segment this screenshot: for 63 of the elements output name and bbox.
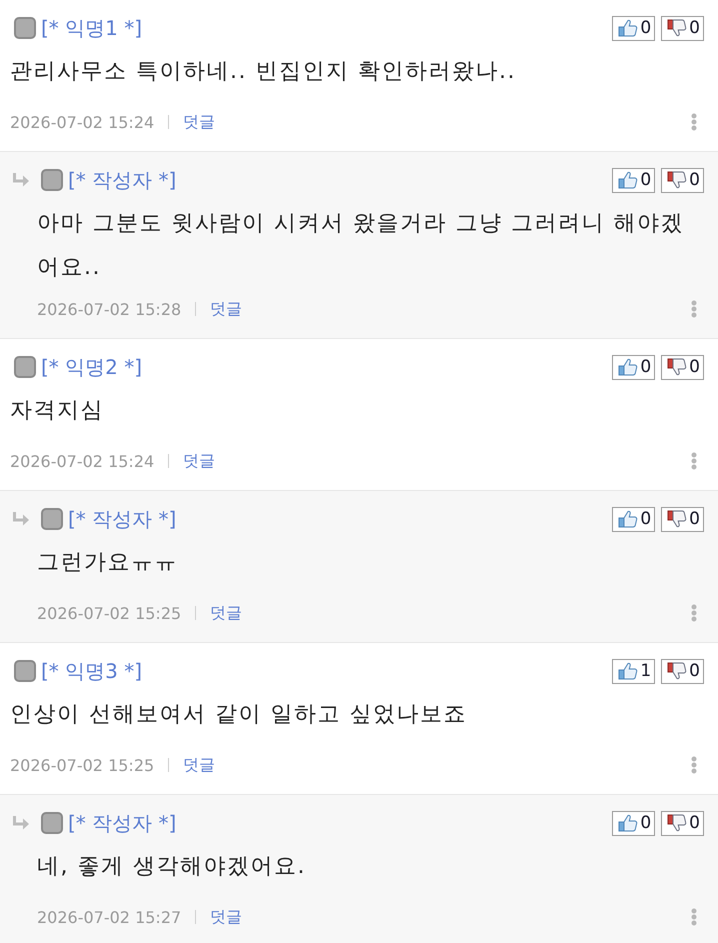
dislike-button[interactable]: 0 (661, 168, 704, 192)
comment-date: 2026-07-02 15:24 (10, 452, 154, 470)
more-options-icon[interactable] (691, 452, 697, 470)
reply-arrow-icon (12, 816, 30, 830)
comment-date: 2026-07-02 15:25 (10, 756, 154, 774)
reply-link[interactable]: 덧글 (210, 602, 242, 624)
more-options-icon[interactable] (691, 756, 697, 774)
thumbs-down-icon (667, 814, 688, 832)
more-options-icon[interactable] (691, 604, 697, 622)
like-button[interactable]: 1 (612, 658, 656, 684)
reply-arrow-icon (12, 173, 30, 187)
thumbs-up-icon (618, 510, 638, 528)
thumbs-down-icon (667, 662, 688, 680)
reply-link[interactable]: 덧글 (183, 450, 216, 472)
avatar-icon (41, 812, 63, 834)
avatar-icon (14, 660, 36, 682)
more-options-icon[interactable] (691, 113, 697, 131)
comment-text: 관리사무소 특이하네.. 빈집인지 확인하러왔나.. (10, 58, 517, 86)
like-button[interactable]: 0 (612, 354, 656, 380)
comment-date: 2026-07-02 15:24 (10, 112, 154, 132)
avatar-icon (14, 17, 36, 39)
reply-link[interactable]: 덧글 (210, 298, 242, 320)
thumbs-up-icon (618, 19, 638, 37)
thumbs-up-icon (618, 662, 638, 680)
avatar-icon (41, 169, 63, 191)
like-button[interactable]: 0 (612, 810, 656, 836)
comment-text: 그런가요ㅠㅠ (36, 549, 179, 577)
comment-date: 2026-07-02 15:25 (37, 604, 182, 622)
comment-text: 네, 좋게 생각해야겠어요. (36, 853, 307, 881)
comment-date: 2026-07-02 15:27 (37, 908, 182, 926)
dislike-button[interactable]: 0 (661, 506, 704, 532)
author-name: [* 익명3 *] (41, 658, 142, 684)
more-options-icon[interactable] (691, 300, 697, 318)
thumbs-up-icon (618, 814, 638, 832)
like-button[interactable]: 0 (612, 16, 656, 40)
thumbs-down-icon (667, 510, 688, 528)
author-name: [* 익명2 *] (41, 354, 142, 380)
comment-date: 2026-07-02 15:28 (37, 300, 182, 318)
reply-link[interactable]: 덧글 (183, 754, 216, 776)
thumbs-down-icon (667, 19, 688, 37)
dislike-button[interactable]: 0 (661, 658, 704, 684)
comment-text: 인상이 선해보여서 같이 일하고 싶었나보죠 (10, 701, 468, 729)
thumbs-up-icon (618, 358, 638, 376)
thumbs-down-icon (667, 171, 688, 189)
comment-text: 자격지심 (10, 397, 105, 425)
avatar-icon (41, 508, 63, 530)
thumbs-down-icon (667, 358, 688, 376)
like-button[interactable]: 0 (612, 506, 656, 532)
dislike-button[interactable]: 0 (661, 16, 704, 40)
more-options-icon[interactable] (691, 908, 697, 926)
author-name: [* 작성자 *] (68, 166, 176, 194)
dislike-button[interactable]: 0 (661, 810, 704, 836)
reply-arrow-icon (12, 512, 30, 526)
author-name: [* 작성자 *] (68, 506, 176, 532)
comment-text: 아마 그분도 윗사람이 시켜서 왔을거라 그냥 그러려니 해야겠어요.. (36, 210, 685, 282)
author-name: [* 익명1 *] (41, 14, 142, 42)
like-button[interactable]: 0 (612, 168, 656, 192)
reply-link[interactable]: 덧글 (183, 112, 216, 132)
avatar-icon (14, 356, 36, 378)
dislike-button[interactable]: 0 (661, 354, 704, 380)
reply-link[interactable]: 덧글 (210, 906, 242, 928)
author-name: [* 작성자 *] (68, 810, 176, 836)
thumbs-up-icon (618, 171, 638, 189)
